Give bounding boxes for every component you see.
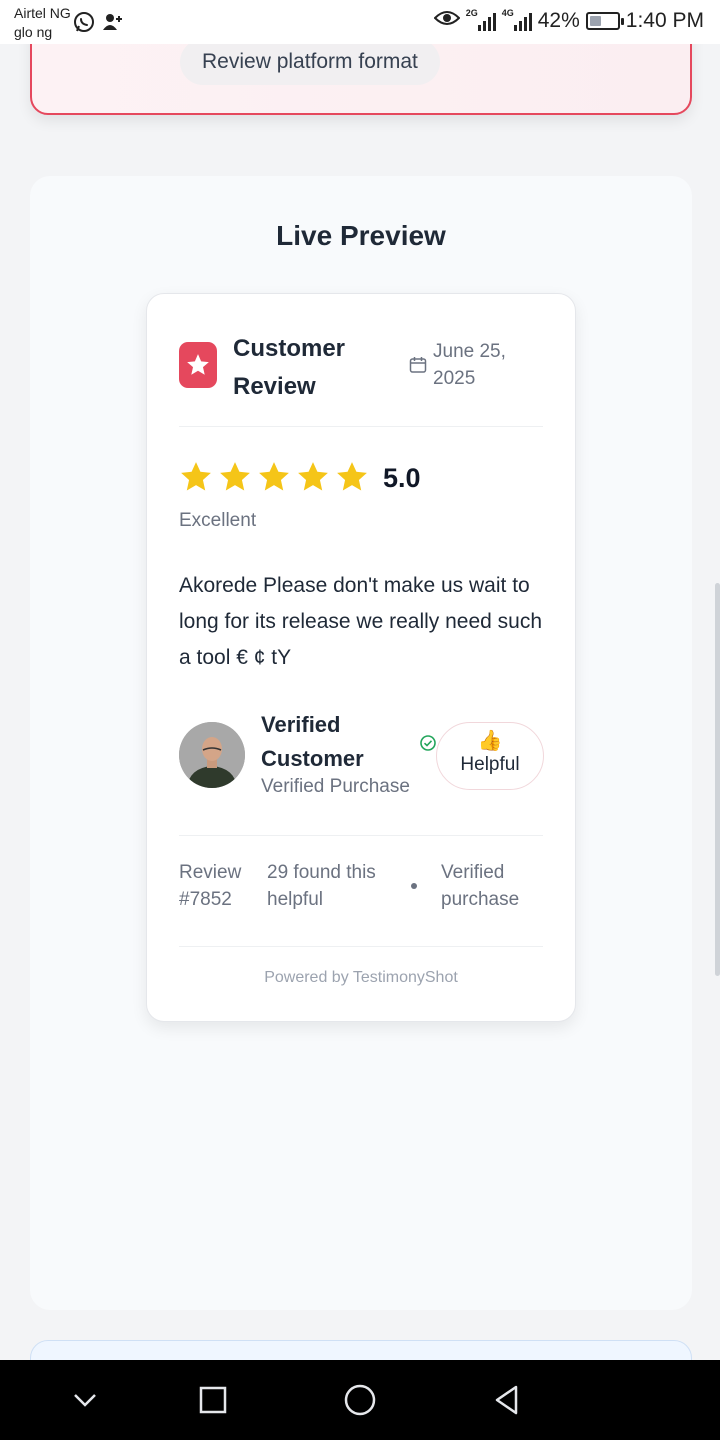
battery-fill [589, 16, 601, 26]
avatar [179, 722, 245, 788]
carrier-info: Airtel NG glo ng [14, 4, 71, 42]
clock: 1:40 PM [625, 9, 704, 32]
rating-value: 5.0 [383, 463, 421, 493]
reviewer-name: Verified Customer [261, 712, 364, 771]
signal-icon: 4G [501, 8, 532, 31]
preview-title: Live Preview [276, 220, 446, 251]
verified-purchase-meta: Verified purchase [441, 862, 520, 910]
carrier-primary: Airtel NG [14, 5, 71, 21]
reviewer-subtitle: Verified Purchase [261, 776, 410, 797]
star-icon [298, 462, 328, 491]
verified-check-icon [419, 734, 437, 757]
network-type-1: 2G [465, 8, 478, 18]
review-text: Akorede Please don't make us wait to lon… [179, 574, 543, 669]
battery-icon [585, 12, 624, 30]
powered-by: Powered by TestimonyShot [264, 969, 458, 986]
review-date: June 25, 2025 [433, 341, 506, 389]
scrollbar[interactable] [715, 583, 720, 976]
add-contact-icon [100, 10, 124, 39]
status-bar: Airtel NG glo ng 2G 4G 42% 1:40 PM [0, 0, 720, 44]
star-icon [181, 462, 211, 491]
battery-percent: 42% [537, 9, 580, 32]
divider [179, 946, 543, 947]
divider [179, 426, 543, 427]
star-icon [259, 462, 289, 491]
star-icon [337, 462, 367, 491]
system-nav-bar [0, 1360, 720, 1440]
separator-dot [411, 883, 417, 889]
card-title: Customer Review [233, 335, 346, 400]
review-platform-format-pill[interactable]: Review platform format [180, 39, 440, 85]
signal-icon: 2G [465, 8, 496, 31]
whatsapp-icon [72, 10, 96, 39]
home-button[interactable] [340, 1380, 380, 1420]
helpful-count: 29 found this helpful [267, 862, 376, 910]
collapse-button[interactable] [65, 1380, 105, 1420]
back-button[interactable] [487, 1380, 527, 1420]
live-preview-panel: Live Preview Customer Review June 25, 20… [30, 176, 692, 1310]
back-triangle-icon [495, 1385, 518, 1415]
star-icon [220, 462, 250, 491]
calendar-icon [409, 356, 427, 379]
helpful-button[interactable]: 👍 Helpful [436, 722, 544, 790]
star-rating [179, 460, 369, 494]
star-badge-icon [179, 342, 217, 388]
helpful-label: Helpful [460, 754, 520, 775]
eye-comfort-icon [433, 8, 461, 34]
circle-icon [344, 1384, 376, 1416]
recent-apps-button[interactable] [193, 1380, 233, 1420]
network-type-2: 4G [501, 8, 514, 18]
carrier-secondary: glo ng [14, 24, 53, 40]
rating-label: Excellent [179, 510, 257, 531]
divider [179, 835, 543, 836]
square-icon [199, 1386, 227, 1414]
review-id: Review #7852 [179, 862, 242, 910]
chevron-down-icon [74, 1394, 96, 1407]
review-card: Customer Review June 25, 2025 5.0 Excell… [146, 293, 576, 1022]
thumbs-up-icon: 👍 [477, 730, 503, 752]
